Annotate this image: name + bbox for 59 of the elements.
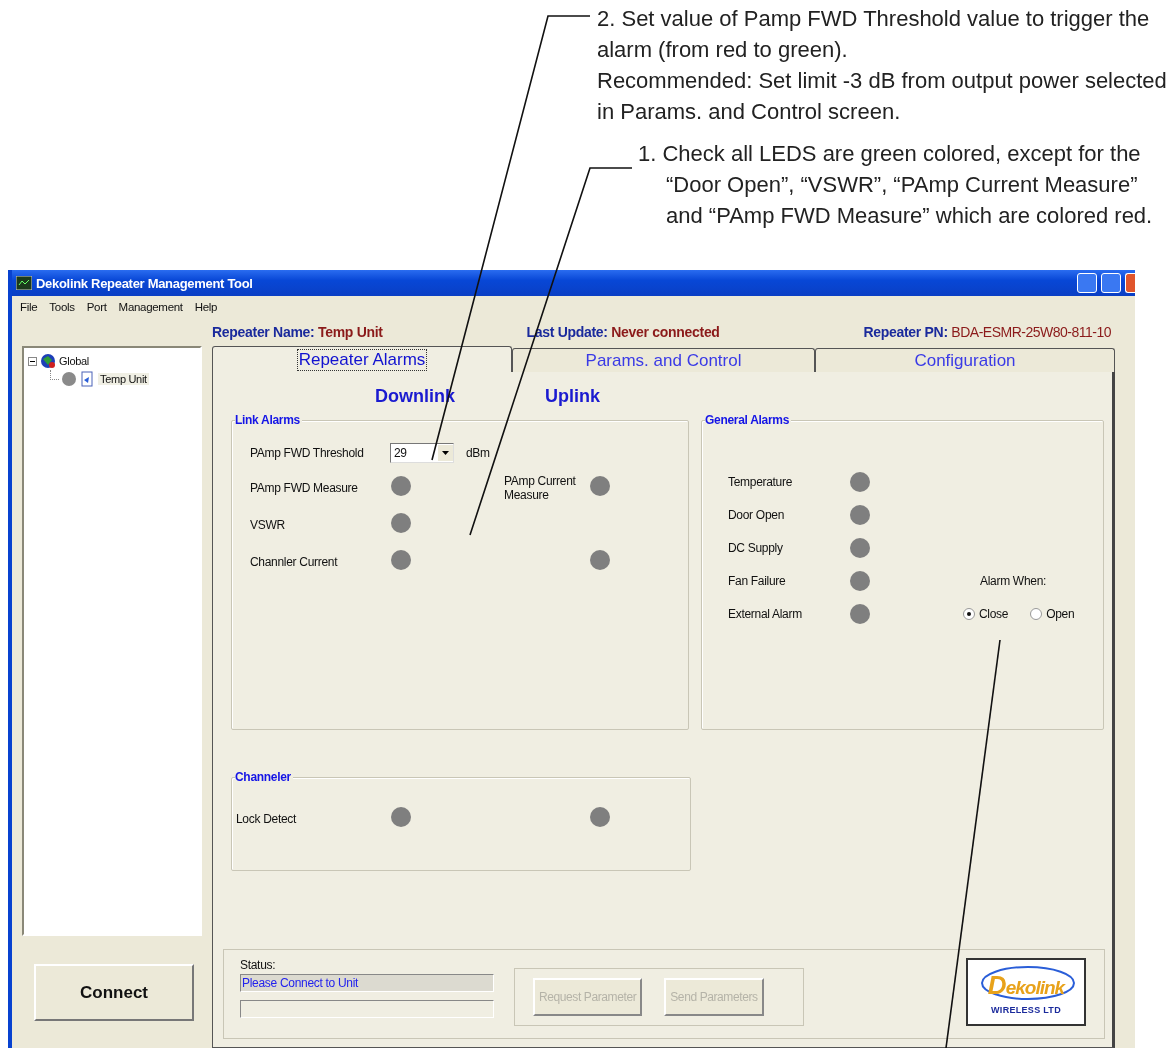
menu-item[interactable]: File: [20, 301, 38, 313]
radio-label: Open: [1046, 606, 1075, 621]
minimize-button[interactable]: [1077, 273, 1097, 293]
menu-item[interactable]: Tools: [49, 301, 75, 313]
led-indicator: [850, 570, 870, 591]
led-indicator: [850, 504, 870, 525]
led-indicator: [850, 471, 870, 492]
tree-item[interactable]: Global: [59, 355, 89, 367]
alarm-label: Temperature: [728, 474, 794, 489]
header-value: BDA-ESMR-25W80-811-10: [951, 324, 1111, 340]
radio-label: Close: [979, 606, 1009, 621]
header-value: Temp Unit: [318, 324, 383, 340]
alarm-label: Door Open: [728, 507, 785, 522]
alarm-when-label: Alarm When:: [980, 573, 1047, 588]
menu-item[interactable]: Help: [194, 301, 218, 313]
close-button[interactable]: [1125, 273, 1135, 293]
tree-item[interactable]: Temp Unit: [98, 373, 149, 385]
alarm-label: PAmp Current Measure: [504, 473, 577, 502]
device-icon: [79, 371, 95, 387]
connect-button[interactable]: Connect: [34, 964, 194, 1021]
column-heading: Uplink: [545, 385, 600, 407]
led-indicator: [391, 476, 411, 496]
radio-button[interactable]: [963, 607, 975, 620]
alarm-label: Fan Failure: [728, 573, 787, 588]
status-message: Please Connect to Unit: [240, 974, 494, 992]
annotation-text: 2. Set value of Pamp FWD Threshold value to trigger the alarm (from red to green).: [597, 5, 1151, 64]
led-indicator: [391, 550, 411, 570]
window-title: Dekolink Repeater Management Tool: [36, 275, 254, 291]
tab[interactable]: Params. and Control: [512, 348, 815, 372]
globe-icon: [40, 353, 56, 369]
led-indicator: [391, 807, 411, 827]
annotation-text: 1. Check all LEDS are green colored, except for the “Door Open”, “VSWR”, “PAmp Current Measure” and “PAmp FWD Measure” which are colored red.: [638, 140, 1154, 230]
alarm-label: DC Supply: [728, 540, 784, 555]
alarm-label: Lock Detect: [236, 811, 298, 826]
status-dot: [62, 372, 76, 386]
alarm-label: PAmp FWD Threshold: [250, 446, 365, 460]
header-label: Repeater Name:: [212, 324, 315, 340]
menu-item[interactable]: Management: [118, 301, 183, 313]
alarm-label: External Alarm: [728, 606, 803, 621]
led-indicator: [850, 603, 870, 624]
annotation-text: Recommended: Set limit -3 dB from output power selected in Params. and Control screen.: [597, 67, 1168, 126]
header-value: Never connected: [611, 324, 720, 340]
tab[interactable]: Configuration: [815, 348, 1115, 372]
unit-label: dBm: [465, 446, 491, 460]
alarm-label: Channler Current: [250, 554, 339, 569]
status-label: Status:: [240, 958, 277, 972]
tab[interactable]: Repeater Alarms: [212, 346, 512, 372]
threshold-dropdown[interactable]: 29: [390, 443, 454, 463]
alarm-label: PAmp FWD Measure: [250, 480, 359, 495]
alarm-label: VSWR: [250, 517, 286, 532]
collapse-icon[interactable]: [28, 356, 37, 366]
maximize-button[interactable]: [1101, 273, 1121, 293]
company-logo: Dekolink WIRELESS LTD: [966, 958, 1086, 1026]
menu-item[interactable]: Port: [86, 301, 107, 313]
header-label: Repeater PN:: [863, 324, 948, 340]
led-indicator: [391, 513, 411, 533]
radio-button[interactable]: [1030, 607, 1043, 620]
led-indicator: [850, 537, 870, 558]
app-icon: [16, 276, 32, 290]
